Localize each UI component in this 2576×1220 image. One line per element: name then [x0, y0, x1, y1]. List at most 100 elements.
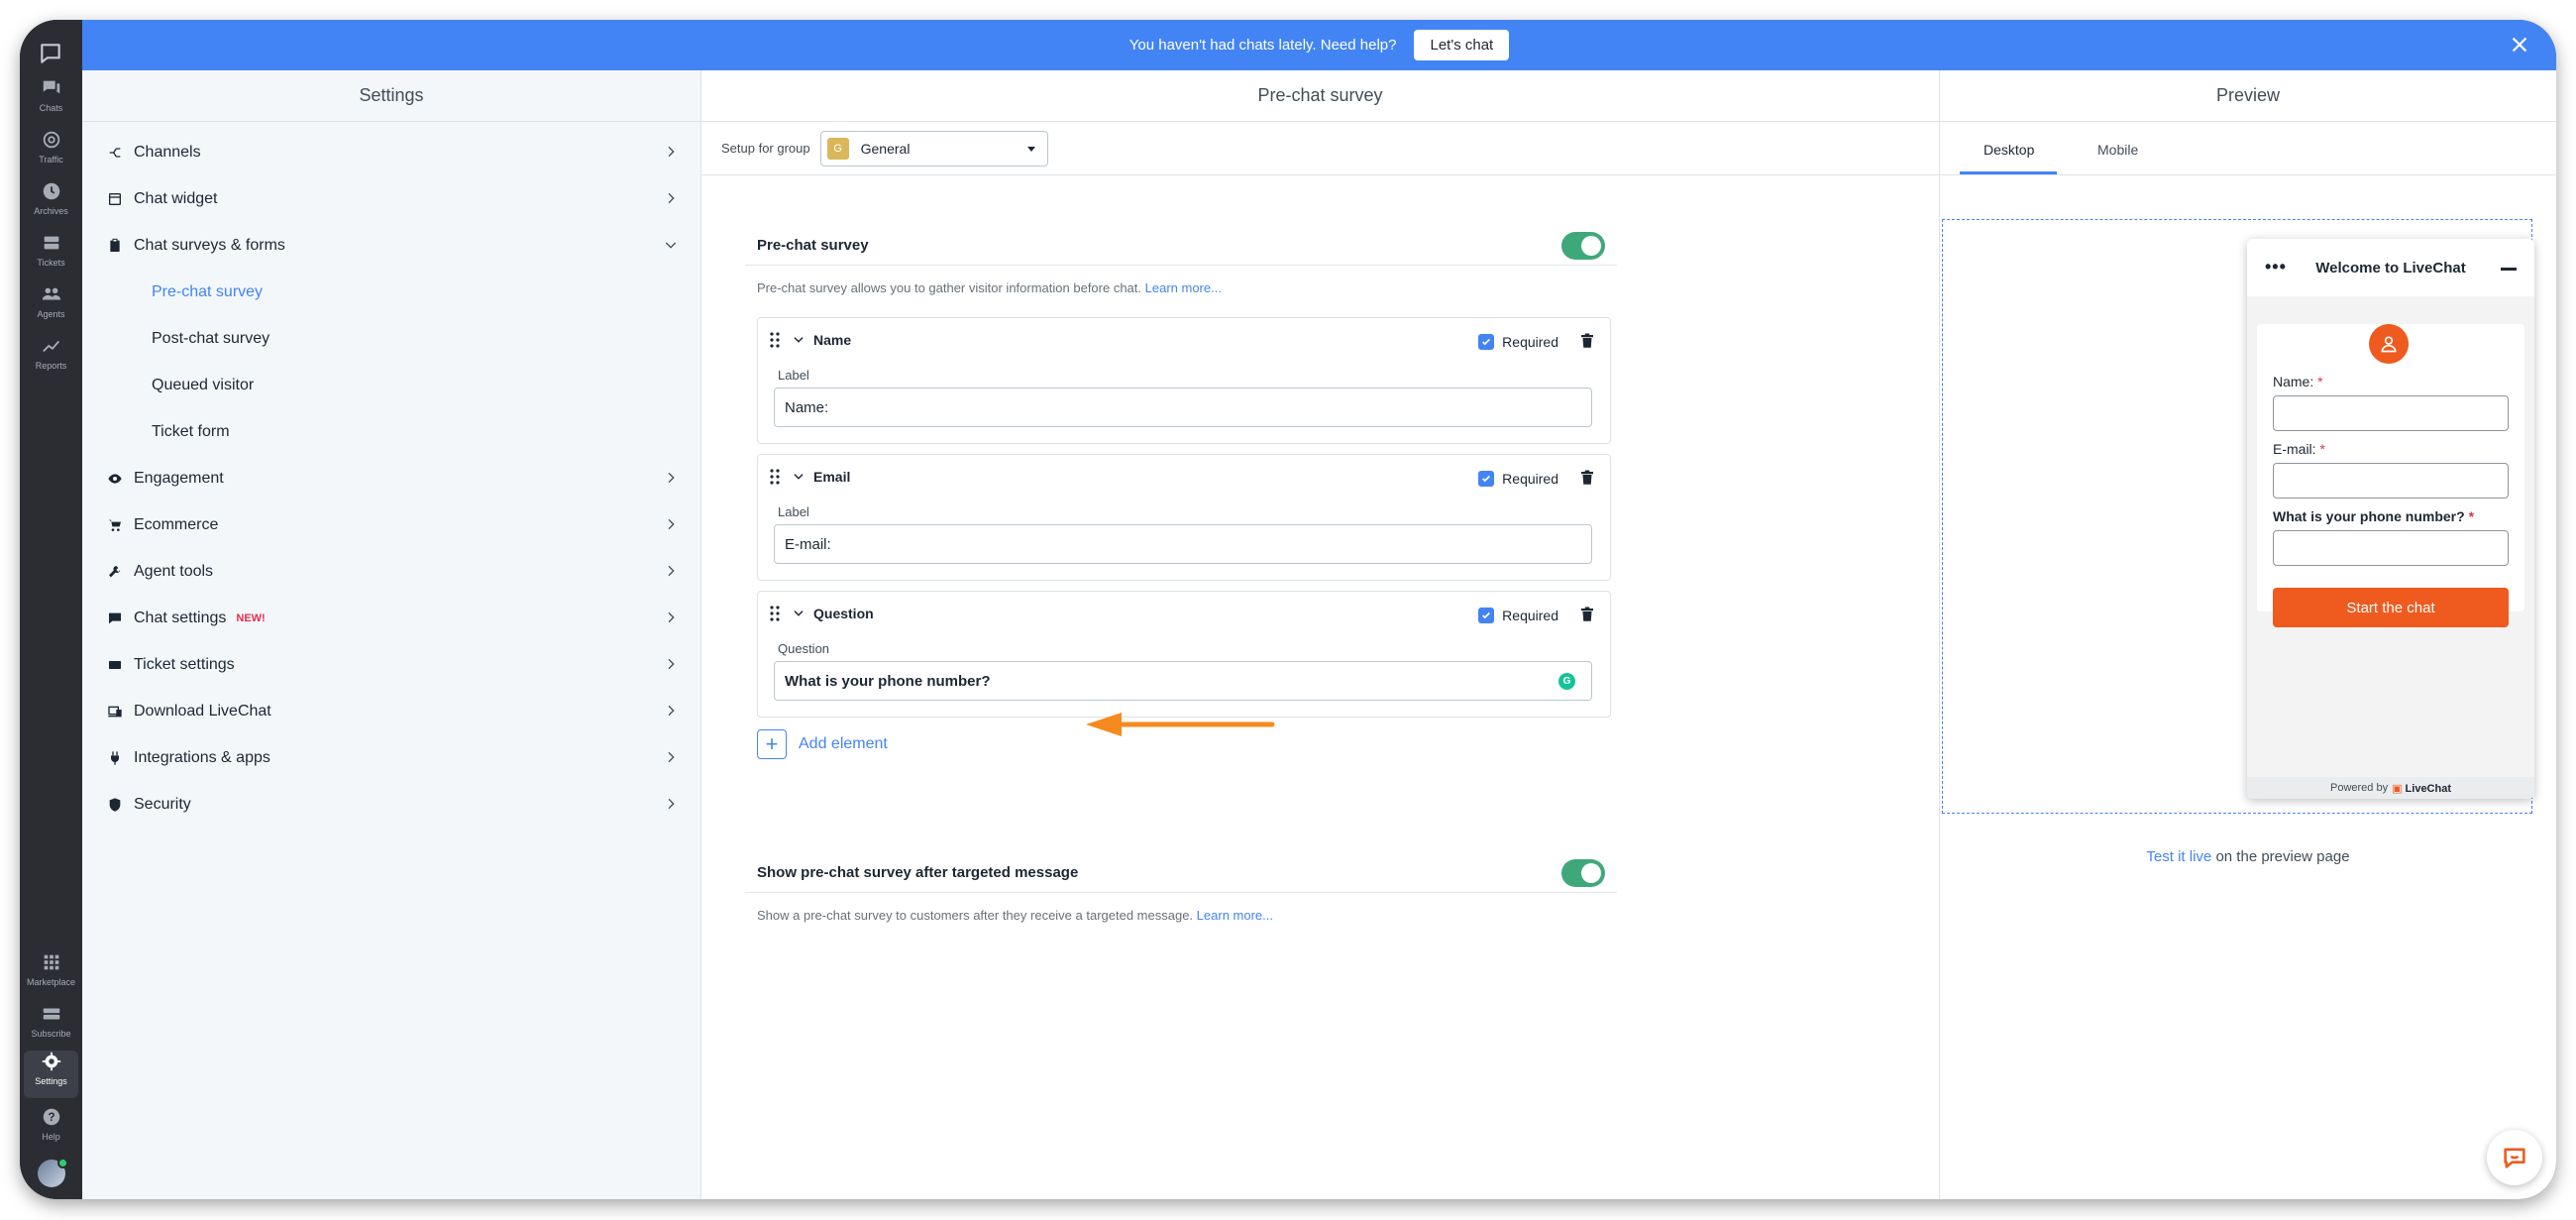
- field-card-email: Email Required Label E-mail:: [757, 454, 1611, 581]
- field-name: Email: [813, 469, 851, 485]
- input-value: What is your phone number?: [785, 672, 991, 690]
- chevron-down-icon: [665, 242, 677, 249]
- required-mark: *: [2319, 441, 2325, 457]
- minimize-icon[interactable]: [2501, 268, 2517, 271]
- field-name: Question: [813, 606, 874, 621]
- chat-launcher-icon[interactable]: [2487, 1130, 2542, 1185]
- checkbox-checked-icon: [1478, 334, 1495, 350]
- tab-indicator: [1960, 171, 2057, 174]
- rail-tickets[interactable]: Tickets: [20, 232, 82, 279]
- required-label: Required: [1502, 471, 1558, 487]
- required-checkbox[interactable]: Required: [1478, 608, 1558, 623]
- settings-icon: [42, 1052, 60, 1071]
- chevron-down-icon[interactable]: [792, 607, 805, 620]
- nav-pre-chat-survey[interactable]: Pre-chat survey: [82, 269, 700, 315]
- nav-queued-visitor[interactable]: Queued visitor: [82, 362, 700, 408]
- widget-email-input[interactable]: [2273, 463, 2509, 499]
- nav-post-chat-survey[interactable]: Post-chat survey: [82, 315, 700, 362]
- settings-title: Settings: [82, 70, 700, 122]
- nav-chat-surveys[interactable]: Chat surveys & forms: [82, 222, 700, 269]
- test-it-live-link[interactable]: Test it live: [2146, 848, 2211, 865]
- nav-ticket-settings[interactable]: Ticket settings: [82, 641, 700, 688]
- status-dot: [57, 1158, 68, 1168]
- group-value: General: [860, 140, 911, 157]
- field-label-input[interactable]: Name:: [774, 388, 1592, 427]
- chevron-right-icon: [668, 518, 675, 530]
- group-select[interactable]: G General: [819, 130, 1048, 166]
- trash-icon[interactable]: [1578, 469, 1596, 487]
- nav-security[interactable]: Security: [82, 781, 700, 828]
- learn-more-link[interactable]: Learn more...: [1197, 908, 1273, 923]
- chevron-right-icon: [668, 658, 675, 670]
- drag-handle-icon[interactable]: [770, 332, 780, 348]
- tab-desktop[interactable]: Desktop: [1984, 142, 2034, 158]
- rail-agents[interactable]: Agents: [20, 283, 82, 331]
- drag-handle-icon[interactable]: [770, 469, 780, 485]
- field-sublabel: Question: [778, 641, 830, 656]
- rail-archives[interactable]: Archives: [20, 180, 82, 228]
- channels-icon: [106, 144, 124, 162]
- question-input[interactable]: What is your phone number? G: [774, 661, 1592, 701]
- targeted-toggle[interactable]: [1561, 858, 1605, 887]
- nav-label: Post-chat survey: [152, 329, 270, 347]
- nav-ecommerce[interactable]: Ecommerce: [82, 501, 700, 548]
- field-header: Name: [770, 332, 851, 348]
- tab-mobile[interactable]: Mobile: [2097, 142, 2138, 158]
- rail-marketplace[interactable]: Marketplace: [20, 951, 82, 999]
- rail-settings[interactable]: Settings: [24, 1051, 78, 1098]
- field-header: Question: [770, 606, 874, 621]
- nav-label: Integrations & apps: [134, 748, 270, 766]
- field-label-input[interactable]: E-mail:: [774, 524, 1592, 564]
- nav-label: Engagement: [134, 469, 224, 487]
- nav-label: Ticket form: [152, 422, 230, 440]
- survey-description: Pre-chat survey allows you to gather vis…: [757, 280, 1222, 295]
- livechat-brand: ▣ LiveChat: [2392, 782, 2452, 795]
- nav-agent-tools[interactable]: Agent tools: [82, 548, 700, 595]
- grammarly-icon[interactable]: G: [1558, 673, 1575, 690]
- nav-chat-widget[interactable]: Chat widget: [82, 175, 700, 222]
- required-checkbox[interactable]: Required: [1478, 334, 1558, 350]
- chat-bubble-icon: [106, 610, 124, 627]
- rail-reports[interactable]: Reports: [20, 335, 82, 383]
- widget-question-input[interactable]: [2273, 530, 2509, 566]
- chevron-right-icon: [668, 705, 675, 717]
- rail-chats[interactable]: Chats: [20, 77, 82, 125]
- trash-icon[interactable]: [1578, 332, 1596, 350]
- required-checkbox[interactable]: Required: [1478, 471, 1558, 487]
- field-name: Name: [813, 332, 852, 348]
- chats-icon: [43, 80, 59, 94]
- eye-icon: [106, 470, 124, 488]
- plus-icon: +: [757, 729, 787, 759]
- nav-ticket-form[interactable]: Ticket form: [82, 408, 700, 455]
- rail-traffic[interactable]: Traffic: [20, 129, 82, 176]
- survey-toggle[interactable]: [1561, 231, 1605, 260]
- group-bar: Setup for group G General: [701, 122, 1939, 175]
- app-window: Chats Traffic Archives Tickets Agents Re…: [20, 20, 2556, 1199]
- drag-handle-icon[interactable]: [770, 606, 780, 621]
- reports-icon: [42, 340, 59, 353]
- agents-icon: [42, 287, 60, 300]
- nav-label: Chat settings: [134, 609, 227, 626]
- nav-integrations[interactable]: Integrations & apps: [82, 734, 700, 781]
- chevron-down-icon[interactable]: [792, 470, 805, 484]
- rail-help[interactable]: ? Help: [20, 1106, 82, 1154]
- nav-engagement[interactable]: Engagement: [82, 455, 700, 501]
- required-label: Required: [1502, 334, 1558, 350]
- nav-download[interactable]: Download LiveChat: [82, 688, 700, 734]
- rail-subscribe[interactable]: Subscribe: [20, 1003, 82, 1051]
- nav-channels[interactable]: Channels: [82, 129, 700, 175]
- widget-header: ••• Welcome to LiveChat: [2247, 239, 2534, 296]
- nav-chat-settings[interactable]: Chat settings NEW!: [82, 595, 700, 641]
- add-element-button[interactable]: + Add element: [757, 729, 888, 759]
- more-icon[interactable]: •••: [2265, 257, 2287, 277]
- chevron-down-icon[interactable]: [792, 333, 805, 347]
- preview-panel: Preview Desktop Mobile ••• Welcome to Li…: [1940, 70, 2556, 1199]
- livechat-logo-icon[interactable]: [31, 34, 70, 73]
- close-icon[interactable]: [2509, 34, 2530, 55]
- widget-name-input[interactable]: [2273, 395, 2509, 431]
- trash-icon[interactable]: [1578, 606, 1596, 623]
- rail-label: Marketplace: [26, 977, 76, 987]
- lets-chat-button[interactable]: Let's chat: [1414, 30, 1510, 60]
- learn-more-link[interactable]: Learn more...: [1145, 280, 1222, 295]
- start-chat-button[interactable]: Start the chat: [2273, 588, 2509, 627]
